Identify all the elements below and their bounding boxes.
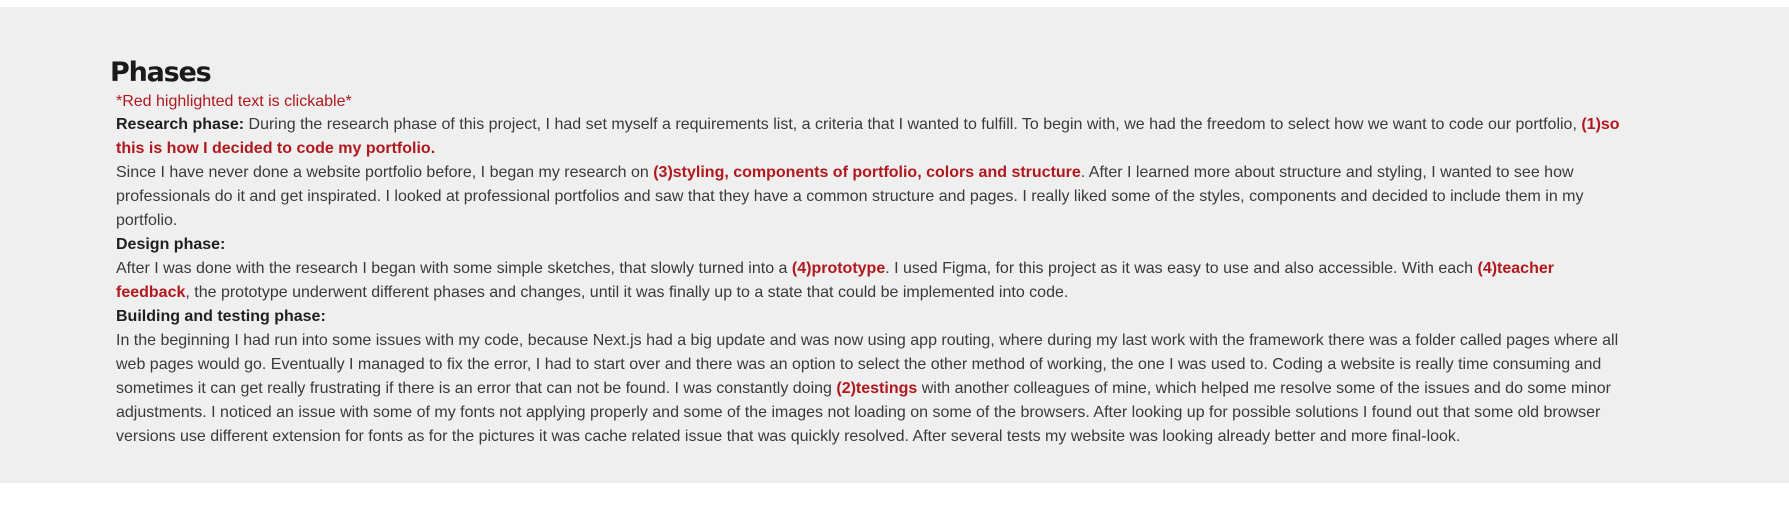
building-phase-label: Building and testing phase:	[116, 308, 326, 325]
building-phase-paragraph: In the beginning I had run into some iss…	[116, 329, 1628, 449]
link-prototype[interactable]: (4)prototype	[792, 260, 885, 277]
link-testings[interactable]: (2)testings	[836, 380, 917, 397]
design-phase-label: Design phase:	[116, 236, 226, 253]
building-phase-label-line: Building and testing phase:	[116, 305, 1628, 329]
research-text-1: During the research phase of this projec…	[244, 116, 1582, 133]
research-phase-paragraph: Research phase: During the research phas…	[116, 113, 1628, 161]
research-phase-label: Research phase:	[116, 116, 245, 133]
clickable-note: *Red highlighted text is clickable*	[116, 93, 352, 110]
design-text-3: , the prototype underwent different phas…	[185, 284, 1069, 301]
design-text-1: After I was done with the research I beg…	[116, 260, 792, 277]
phases-section: Phases *Red highlighted text is clickabl…	[0, 7, 1789, 483]
research-text-2: Since I have never done a website portfo…	[116, 164, 654, 181]
research-continued-paragraph: Since I have never done a website portfo…	[116, 161, 1628, 233]
phases-body: Research phase: During the research phas…	[116, 113, 1628, 449]
link-styling-components[interactable]: (3)styling, components of portfolio, col…	[653, 164, 1081, 181]
section-heading: Phases	[110, 57, 212, 88]
design-phase-paragraph: After I was done with the research I beg…	[116, 257, 1628, 305]
design-phase-label-line: Design phase:	[116, 233, 1628, 257]
design-text-2: . I used Figma, for this project as it w…	[885, 260, 1478, 277]
